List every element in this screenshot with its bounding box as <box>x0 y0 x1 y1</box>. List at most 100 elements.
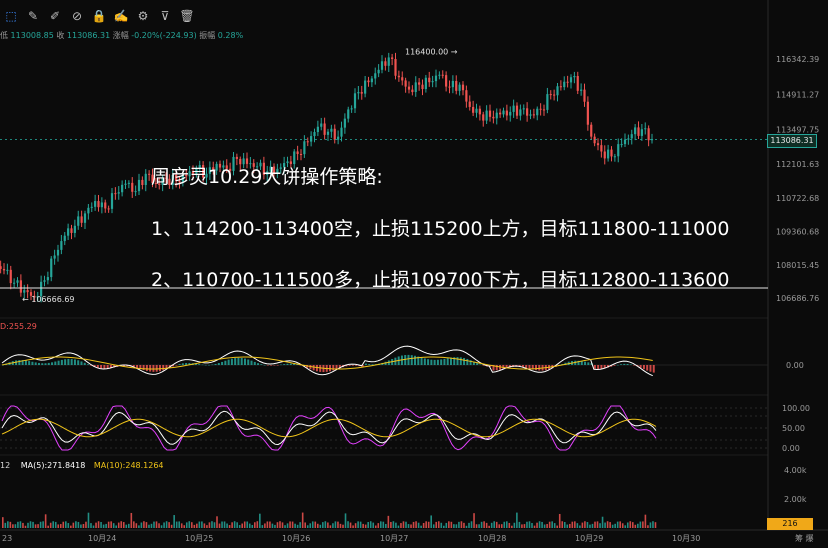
volume-bar <box>500 524 503 528</box>
volume-bar <box>319 524 322 528</box>
volume-bar <box>465 525 468 528</box>
volume-bar <box>314 521 317 528</box>
volume-bar <box>95 522 97 528</box>
volume-bar <box>415 521 417 528</box>
volume-bar <box>437 521 440 528</box>
lock-icon[interactable]: 🔒 <box>88 6 110 26</box>
eye-off-icon[interactable]: ⊘ <box>66 6 88 26</box>
candle-body <box>296 151 299 154</box>
edit-note-icon[interactable]: ✍ <box>110 6 132 26</box>
candle-body <box>488 110 492 117</box>
candle-body <box>67 228 70 236</box>
volume-bar <box>251 524 254 528</box>
volume-bar <box>604 522 606 528</box>
candle-body <box>299 153 303 155</box>
macd-bar <box>54 361 57 365</box>
volume-bar <box>206 525 208 528</box>
volume-bar <box>329 525 332 528</box>
trash-icon[interactable]: 🗑 <box>176 6 198 26</box>
candle-body <box>303 141 306 155</box>
price-tick-label: 110722.68 <box>776 194 819 203</box>
volume-bar <box>495 521 498 528</box>
price-tick-label: 112101.63 <box>776 160 819 169</box>
candle-body <box>522 108 525 110</box>
volume-bar <box>402 521 405 528</box>
settings-icon[interactable]: ⚙ <box>132 6 154 26</box>
candle-body <box>370 78 373 83</box>
volume-bar <box>284 525 286 528</box>
macd-bar <box>433 359 436 365</box>
macd-bar <box>162 365 165 371</box>
macd-tick-label: 0.00 <box>786 361 804 370</box>
volume-bar <box>4 522 7 528</box>
volume-bar <box>153 521 155 528</box>
candle-body <box>87 207 90 214</box>
macd-bar <box>423 358 426 365</box>
macd-bar <box>642 365 645 370</box>
macd-bar <box>247 359 250 365</box>
volume-bar <box>624 525 627 528</box>
macd-bar <box>260 364 263 365</box>
candle-body <box>529 114 532 116</box>
filter-icon[interactable]: ⊽ <box>154 6 176 26</box>
volume-bar <box>460 521 463 528</box>
candle-body <box>56 249 60 256</box>
macd-bar <box>263 364 266 366</box>
volume-bar <box>417 522 420 528</box>
volume-bar <box>621 523 624 528</box>
volume-bar <box>556 525 558 528</box>
volume-bar <box>168 522 170 528</box>
volume-bar <box>392 521 395 528</box>
volume-bar <box>14 524 17 528</box>
macd-bar <box>83 362 86 365</box>
candle-body <box>364 80 367 94</box>
macd-bar <box>152 365 155 372</box>
volume-bar <box>178 521 180 528</box>
macd-label: D:255.29 <box>0 322 37 331</box>
pencil-icon[interactable]: ✎ <box>22 6 44 26</box>
volume-bar <box>266 521 269 528</box>
select-icon[interactable]: ⬚ <box>0 6 22 26</box>
candle-body <box>630 134 633 139</box>
macd-bar <box>538 365 541 371</box>
macd-bar <box>312 365 315 371</box>
amplitude-label: 振幅 <box>199 31 216 40</box>
candle-body <box>431 81 434 83</box>
volume-bar <box>367 522 369 528</box>
candle-body <box>401 77 404 81</box>
macd-bar <box>368 364 371 365</box>
candle-body <box>536 108 539 116</box>
volume-bar <box>52 521 54 528</box>
volume-bar <box>140 522 143 528</box>
candle-body <box>144 173 147 186</box>
volume-bar <box>387 515 390 528</box>
candle-body <box>121 184 124 193</box>
volume-bar <box>616 521 619 528</box>
volume-bar <box>395 522 397 528</box>
candle-body <box>0 266 2 269</box>
drawing-toolbar: ⬚ ✎ ✐ ⊘ 🔒 ✍ ⚙ ⊽ 🗑 <box>0 6 198 26</box>
volume-bar <box>435 521 438 528</box>
candle-body <box>124 183 127 185</box>
volume-bar <box>236 522 238 528</box>
volume-bar <box>531 523 533 528</box>
macd-bar <box>198 364 201 365</box>
macd-bar <box>620 364 623 365</box>
candle-body <box>2 268 6 271</box>
volume-bar <box>390 521 392 528</box>
candle-body <box>46 277 49 281</box>
macd-bar <box>329 365 331 372</box>
candle-body <box>559 86 562 88</box>
candle-body <box>394 58 397 76</box>
brush-icon[interactable]: ✐ <box>44 6 66 26</box>
candle-body <box>414 82 417 93</box>
macd-bar <box>427 359 430 365</box>
candle-body <box>637 127 640 136</box>
macd-bar <box>77 360 80 365</box>
macd-bar <box>528 365 531 369</box>
volume-bar <box>281 522 284 528</box>
volume-bar <box>226 523 228 528</box>
candle-body <box>114 193 117 195</box>
volume-bar <box>443 525 445 528</box>
macd-bar <box>70 358 73 365</box>
